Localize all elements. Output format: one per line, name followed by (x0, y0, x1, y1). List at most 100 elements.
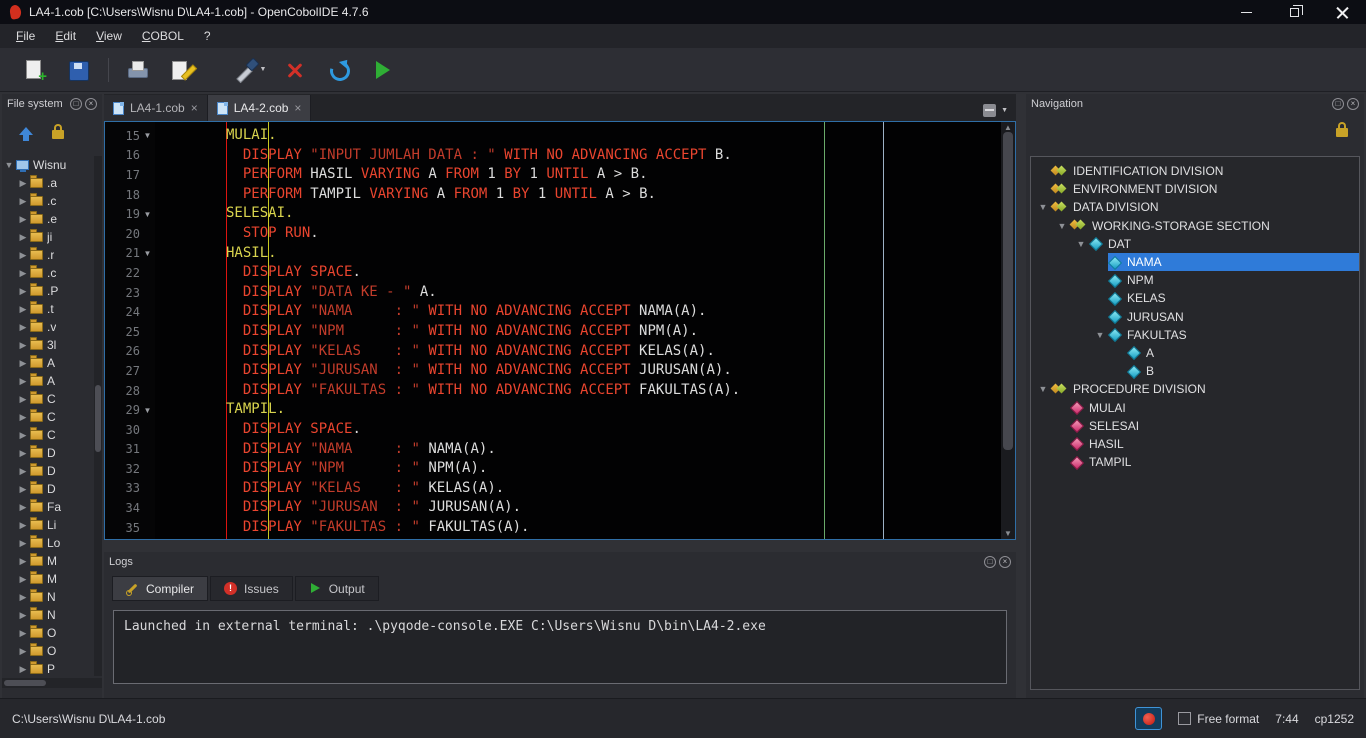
close-panel-icon[interactable] (999, 556, 1011, 568)
fs-root-item[interactable]: Wisnu (2, 156, 94, 174)
fs-folder-item-19[interactable]: Li (2, 516, 94, 534)
nav-item-jurusan[interactable]: JURUSAN (1108, 308, 1359, 326)
fs-folder-item-15[interactable]: D (2, 444, 94, 462)
fs-folder-item-20[interactable]: Lo (2, 534, 94, 552)
new-file-button[interactable] (16, 53, 52, 87)
nav-item-identification-division[interactable]: IDENTIFICATION DIVISION (1051, 162, 1359, 180)
fs-folder-item-24[interactable]: N (2, 606, 94, 624)
nav-item-dat[interactable]: DAT (1073, 235, 1359, 253)
file-system-vertical-scrollbar[interactable] (94, 156, 102, 676)
expand-arrow[interactable] (2, 160, 16, 170)
fs-folder-item-25[interactable]: O (2, 624, 94, 642)
collapse-arrow[interactable] (16, 376, 30, 387)
collapse-arrow[interactable] (16, 250, 30, 261)
save-as-button[interactable] (163, 53, 199, 87)
fs-folder-item-22[interactable]: M (2, 570, 94, 588)
expand-arrow[interactable] (1035, 202, 1051, 212)
fs-folder-item-1[interactable]: .c (2, 192, 94, 210)
error-indicator-button[interactable] (1135, 707, 1163, 730)
collapse-arrow[interactable] (16, 466, 30, 477)
collapse-arrow[interactable] (16, 412, 30, 423)
collapse-arrow[interactable] (16, 304, 30, 315)
logs-tab-output[interactable]: Output (294, 576, 379, 601)
collapse-arrow[interactable] (16, 574, 30, 585)
menu-item-file[interactable]: File (6, 26, 45, 46)
fold-arrow[interactable] (140, 406, 155, 415)
parent-directory-icon[interactable] (18, 126, 34, 142)
nav-item-data-division[interactable]: DATA DIVISION (1035, 198, 1359, 216)
open-file-button[interactable] (60, 53, 96, 87)
undock-panel-icon[interactable] (984, 556, 996, 568)
fs-folder-item-13[interactable]: C (2, 408, 94, 426)
code-area[interactable]: MULAI. DISPLAY "INPUT JUMLAH DATA : " WI… (155, 122, 1001, 539)
fs-folder-item-10[interactable]: A (2, 354, 94, 372)
fold-arrow[interactable] (140, 131, 155, 140)
collapse-arrow[interactable] (16, 178, 30, 189)
fs-folder-item-0[interactable]: .a (2, 174, 94, 192)
close-panel-icon[interactable] (1347, 98, 1359, 110)
fs-folder-item-17[interactable]: D (2, 480, 94, 498)
editor-vertical-scrollbar[interactable] (1001, 122, 1015, 539)
cancel-button[interactable] (277, 53, 313, 87)
scrollbar-thumb[interactable] (1003, 132, 1013, 450)
nav-item-npm[interactable]: NPM (1108, 271, 1359, 289)
collapse-arrow[interactable] (16, 610, 30, 621)
expand-arrow[interactable] (1035, 384, 1051, 394)
compile-dropdown-icon[interactable] (260, 66, 267, 73)
scrollbar-thumb[interactable] (95, 384, 101, 453)
close-panel-icon[interactable] (85, 98, 97, 110)
free-format-checkbox[interactable] (1178, 712, 1192, 725)
undock-panel-icon[interactable] (1332, 98, 1344, 110)
file-system-horizontal-scrollbar[interactable] (2, 678, 102, 688)
collapse-arrow[interactable] (16, 502, 30, 513)
scroll-up-icon[interactable] (1001, 123, 1015, 132)
expand-arrow[interactable] (1054, 221, 1070, 231)
collapse-arrow[interactable] (16, 430, 30, 441)
scroll-down-icon[interactable] (1001, 529, 1015, 538)
nav-item-fakultas[interactable]: FAKULTAS (1092, 326, 1359, 344)
logs-tab-compiler[interactable]: Compiler (112, 576, 209, 601)
collapse-arrow[interactable] (16, 196, 30, 207)
editor-tab-la4-1-cob[interactable]: LA4-1.cob (104, 95, 208, 121)
collapse-arrow[interactable] (16, 232, 30, 243)
fs-folder-item-6[interactable]: .P (2, 282, 94, 300)
fs-folder-item-21[interactable]: M (2, 552, 94, 570)
editor-menu-button[interactable] (983, 104, 1016, 121)
fold-arrow[interactable] (140, 249, 155, 258)
nav-item-working-storage-section[interactable]: WORKING-STORAGE SECTION (1054, 217, 1359, 235)
fs-folder-item-27[interactable]: P (2, 660, 94, 676)
nav-item-tampil[interactable]: TAMPIL (1070, 453, 1359, 471)
menu-item-help[interactable]: ? (194, 26, 221, 46)
menu-item-edit[interactable]: Edit (45, 26, 86, 46)
nav-item-kelas[interactable]: KELAS (1108, 289, 1359, 307)
undock-panel-icon[interactable] (70, 98, 82, 110)
collapse-arrow[interactable] (16, 628, 30, 639)
fs-folder-item-8[interactable]: .v (2, 318, 94, 336)
collapse-arrow[interactable] (16, 664, 30, 675)
collapse-arrow[interactable] (16, 322, 30, 333)
fs-folder-item-7[interactable]: .t (2, 300, 94, 318)
fs-folder-item-14[interactable]: C (2, 426, 94, 444)
collapse-arrow[interactable] (16, 520, 30, 531)
fs-folder-item-5[interactable]: .c (2, 264, 94, 282)
logs-tab-issues[interactable]: Issues (210, 576, 293, 601)
fs-folder-item-26[interactable]: O (2, 642, 94, 660)
rebuild-button[interactable] (321, 53, 357, 87)
fs-folder-item-3[interactable]: ji (2, 228, 94, 246)
expand-arrow[interactable] (1073, 239, 1089, 249)
collapse-arrow[interactable] (16, 268, 30, 279)
collapse-arrow[interactable] (16, 556, 30, 567)
collapse-arrow[interactable] (16, 592, 30, 603)
lock-icon[interactable] (52, 123, 64, 139)
scrollbar-thumb[interactable] (4, 680, 46, 686)
nav-item-hasil[interactable]: HASIL (1070, 435, 1359, 453)
collapse-arrow[interactable] (16, 538, 30, 549)
fs-folder-item-16[interactable]: D (2, 462, 94, 480)
collapse-arrow[interactable] (16, 646, 30, 657)
collapse-arrow[interactable] (16, 286, 30, 297)
nav-item-selesai[interactable]: SELESAI (1070, 417, 1359, 435)
nav-item-mulai[interactable]: MULAI (1070, 398, 1359, 416)
collapse-arrow[interactable] (16, 484, 30, 495)
maximize-button[interactable] (1270, 0, 1318, 24)
menu-item-view[interactable]: View (86, 26, 132, 46)
